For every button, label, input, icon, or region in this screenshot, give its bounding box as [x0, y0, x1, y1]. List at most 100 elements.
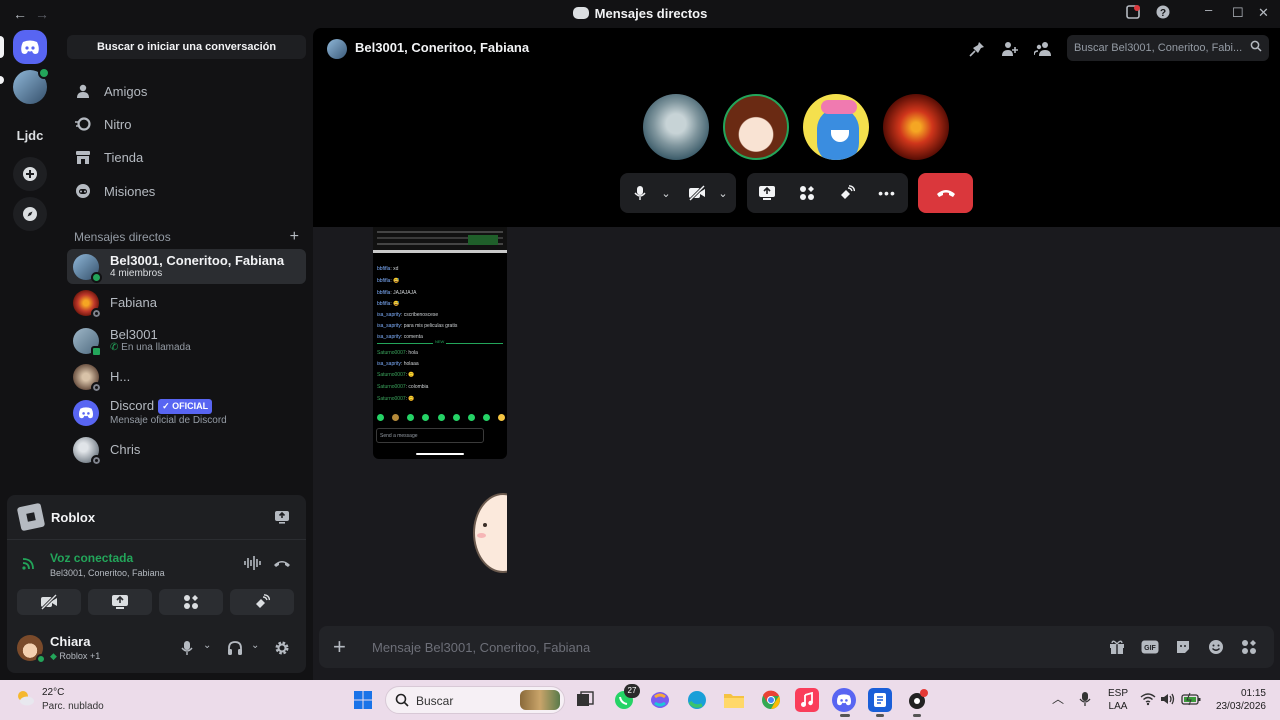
- task-view-icon[interactable]: [573, 688, 597, 712]
- create-dm-plus-icon[interactable]: +: [290, 228, 299, 246]
- system-clock[interactable]: 01:15 23/03/2026: [1212, 687, 1266, 713]
- status-mobile-icon: [91, 345, 102, 357]
- member-list-icon[interactable]: [1033, 39, 1053, 59]
- volume-icon[interactable]: [1160, 692, 1176, 711]
- emoji-icon[interactable]: [1206, 637, 1226, 657]
- gamepad-icon: ◆: [50, 651, 60, 661]
- minimize-icon[interactable]: –: [1205, 2, 1212, 17]
- mic-chevron-icon[interactable]: ⌄: [656, 183, 676, 203]
- dm-item-bel3001[interactable]: Bel3001 ✆ En una llamada: [67, 323, 306, 358]
- microphone-tray-icon[interactable]: [1079, 691, 1091, 712]
- dm-item-h[interactable]: H...: [67, 359, 306, 394]
- participant-avatar-blue-creature[interactable]: [803, 94, 869, 160]
- temperature[interactable]: 22°C: [42, 687, 64, 698]
- attach-plus-icon[interactable]: +: [333, 634, 346, 660]
- server-icon-group[interactable]: [13, 67, 50, 104]
- headphones-icon[interactable]: [227, 640, 243, 661]
- call-header: Bel3001, Coneritoo, Fabiana Buscar Bel30…: [313, 28, 1280, 227]
- weather-icon[interactable]: [14, 687, 36, 714]
- disconnect-icon[interactable]: [273, 555, 291, 576]
- sticker-image[interactable]: [473, 493, 507, 575]
- edge-icon[interactable]: [685, 688, 709, 712]
- language-indicator[interactable]: ESP LAA: [1108, 687, 1128, 713]
- audio-options-chevron-icon[interactable]: ⌄: [251, 640, 259, 651]
- discover-button[interactable]: [13, 197, 47, 231]
- participant-avatar-speaking[interactable]: [723, 94, 789, 160]
- voice-channel-name[interactable]: Bel3001, Coneritoo, Fabiana: [50, 568, 165, 578]
- help-icon[interactable]: ?: [1156, 5, 1170, 22]
- server-ljdc[interactable]: Ljdc: [13, 118, 47, 152]
- taskbar-search-box[interactable]: Buscar: [385, 686, 565, 714]
- discord-taskbar-icon[interactable]: [832, 688, 856, 712]
- soundboard-icon[interactable]: [837, 183, 857, 203]
- conversation-search-input[interactable]: Buscar Bel3001, Coneritoo, Fabi...: [1067, 35, 1269, 61]
- stream-game-icon[interactable]: [274, 509, 290, 530]
- more-options-icon[interactable]: •••: [877, 183, 897, 203]
- chat-line: isa_saprity: cscribenoscese: [377, 312, 439, 318]
- participant-avatar-seal[interactable]: [643, 94, 709, 160]
- mic-options-chevron-icon[interactable]: ⌄: [203, 640, 211, 651]
- nav-friends[interactable]: Amigos: [67, 76, 306, 106]
- notes-app-icon[interactable]: [868, 688, 892, 712]
- noise-suppression-icon[interactable]: [243, 555, 261, 576]
- dm-item-group[interactable]: Bel3001, Coneritoo, Fabiana 4 miembros: [67, 249, 306, 284]
- svg-text:?: ?: [1160, 8, 1166, 19]
- dm-item-discord[interactable]: Discord ✓ OFICIAL Mensaje oficial de Disco…: [67, 395, 306, 430]
- add-server-button[interactable]: [13, 157, 47, 191]
- dm-item-fabiana[interactable]: Fabiana: [67, 285, 306, 320]
- battery-icon[interactable]: [1181, 692, 1201, 711]
- inbox-icon[interactable]: [1126, 5, 1140, 22]
- leave-call-button[interactable]: [918, 173, 973, 213]
- microphone-icon[interactable]: [180, 640, 194, 661]
- add-friends-icon[interactable]: [1000, 39, 1020, 59]
- apps-icon[interactable]: [1239, 637, 1259, 657]
- nav-quests[interactable]: Misiones: [67, 176, 306, 206]
- chat-line: Saturno0007: 🙂: [377, 372, 415, 378]
- avatar: [73, 363, 102, 393]
- direct-messages-button[interactable]: [13, 30, 47, 64]
- weather-condition[interactable]: Parc. nublado: [42, 701, 104, 712]
- phone-call-icon: ✆: [110, 341, 122, 353]
- nav-nitro[interactable]: Nitro: [67, 109, 306, 139]
- current-user[interactable]: Chiara ◆ Roblox +1 ⌄ ⌄: [7, 628, 306, 673]
- compass-icon: [23, 207, 37, 221]
- pin-icon[interactable]: [967, 39, 987, 59]
- recording-app-icon[interactable]: [905, 688, 929, 712]
- file-explorer-icon[interactable]: [722, 688, 746, 712]
- music-icon[interactable]: [795, 688, 819, 712]
- wifi-icon[interactable]: [1140, 692, 1156, 711]
- shared-image-phone-screenshot[interactable]: bbfifla: xd bbfifla: 😅 bbfifla: JAJAJAJA…: [373, 227, 507, 459]
- active-pill: [0, 36, 4, 58]
- camera-toggle-button[interactable]: [17, 589, 81, 615]
- screen-share-icon[interactable]: [757, 183, 777, 203]
- gif-icon[interactable]: GIF: [1140, 637, 1160, 657]
- camera-off-icon[interactable]: [687, 183, 707, 203]
- discord-logo-icon: [21, 40, 39, 54]
- sticker-icon[interactable]: [1173, 637, 1193, 657]
- soundboard-button[interactable]: [230, 589, 294, 615]
- voice-status-title[interactable]: Voz conectada: [50, 551, 133, 565]
- maximize-icon[interactable]: ☐: [1232, 5, 1244, 21]
- chrome-icon[interactable]: [759, 688, 783, 712]
- emoji-row: [377, 414, 505, 422]
- message-input[interactable]: Mensaje Bel3001, Coneritoo, Fabiana: [372, 640, 590, 655]
- participant-avatar-red-flower[interactable]: [883, 94, 949, 160]
- windows-taskbar: 22°C Parc. nublado Buscar 27 ︿ ESP LAA 01…: [0, 680, 1280, 720]
- nav-shop[interactable]: Tienda: [67, 142, 306, 172]
- windows-start-icon[interactable]: [351, 688, 375, 712]
- find-conversation-button[interactable]: Buscar o iniciar una conversación: [67, 35, 306, 59]
- creature-hat: [821, 100, 857, 114]
- camera-chevron-icon[interactable]: ⌄: [713, 183, 733, 203]
- activity-card[interactable]: Roblox: [7, 495, 306, 540]
- activities-icon[interactable]: [797, 183, 817, 203]
- status-online-icon: [36, 654, 46, 664]
- dm-item-chris[interactable]: Chris: [67, 432, 306, 467]
- screen-share-button[interactable]: [88, 589, 152, 615]
- close-icon[interactable]: ✕: [1258, 5, 1269, 21]
- copilot-icon[interactable]: [648, 688, 672, 712]
- activities-button[interactable]: [159, 589, 223, 615]
- microphone-icon[interactable]: [630, 183, 650, 203]
- settings-gear-icon[interactable]: [274, 640, 290, 661]
- tray-chevron-up-icon[interactable]: ︿: [1052, 690, 1064, 707]
- gift-icon[interactable]: [1107, 637, 1127, 657]
